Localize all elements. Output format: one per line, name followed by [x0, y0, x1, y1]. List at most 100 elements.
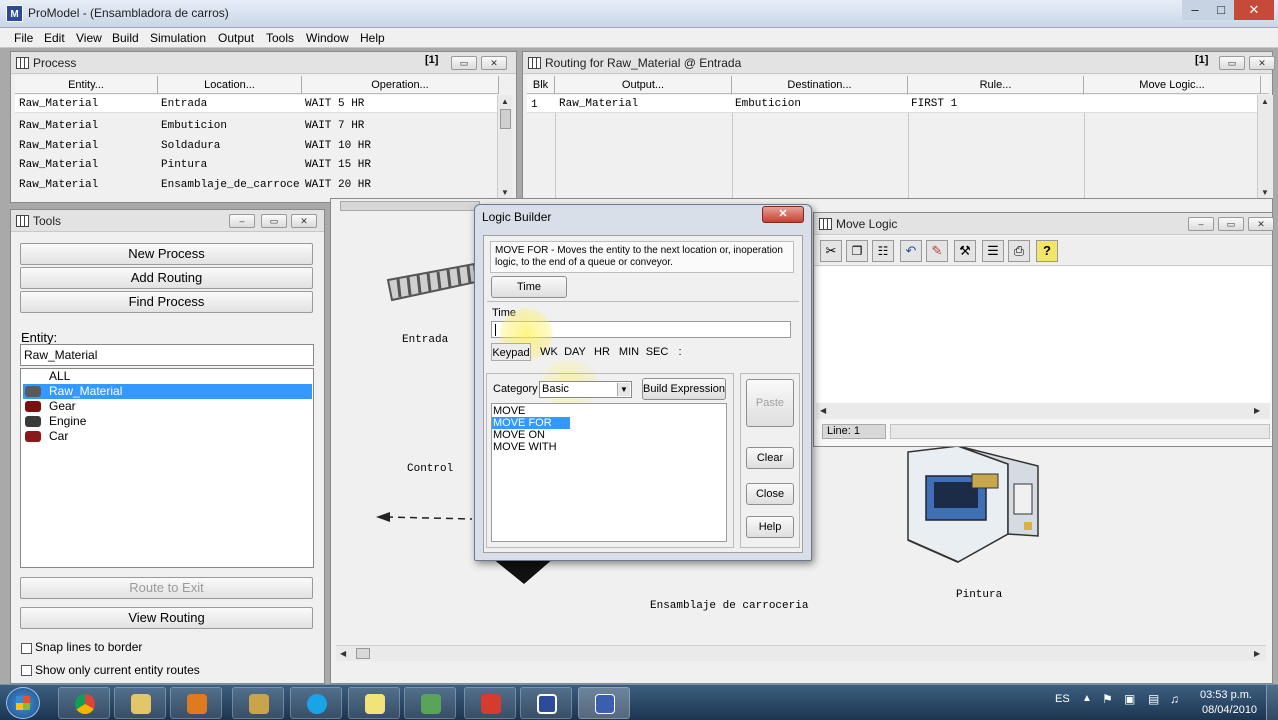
show-only-checkbox[interactable]: [21, 665, 32, 676]
scroll-right-icon[interactable]: ▶: [1254, 649, 1260, 658]
category-select[interactable]: Basic ▼: [539, 381, 632, 398]
taskbar-app-folder[interactable]: [232, 687, 284, 719]
scroll-up-icon[interactable]: ▲: [1261, 97, 1269, 106]
minimize-button[interactable]: –: [1188, 217, 1214, 231]
clear-button[interactable]: Clear: [746, 447, 794, 469]
table-row[interactable]: Entrada: [161, 98, 207, 110]
scroll-up-icon[interactable]: ▲: [501, 97, 509, 106]
build-expression-button[interactable]: Build Expression: [642, 378, 726, 400]
table-row[interactable]: Raw_Material: [19, 120, 98, 132]
list-item[interactable]: ALL: [23, 369, 312, 384]
routing-scrollbar[interactable]: ▲ ▼: [1257, 95, 1273, 201]
layout-hscroll[interactable]: ◀ ▶: [336, 645, 1266, 661]
scroll-right-icon[interactable]: ▶: [1254, 406, 1260, 415]
unit-colon-button[interactable]: :: [672, 343, 688, 361]
taskbar-app-notes[interactable]: [348, 687, 400, 719]
unit-min-button[interactable]: MIN: [616, 343, 642, 361]
undo-icon[interactable]: ↶: [900, 240, 922, 262]
taskbar-app-network[interactable]: [404, 687, 456, 719]
list-item[interactable]: MOVE: [493, 405, 525, 417]
new-process-button[interactable]: New Process: [20, 243, 313, 265]
taskbar-app-explorer[interactable]: [114, 687, 166, 719]
table-row[interactable]: Raw_Material: [559, 98, 638, 110]
taskbar-app-media[interactable]: [170, 687, 222, 719]
column-move-logic[interactable]: Move Logic...: [1084, 76, 1261, 94]
restore-button[interactable]: ▭: [451, 56, 477, 70]
paste-button[interactable]: Paste: [746, 379, 794, 427]
route-to-exit-button[interactable]: Route to Exit: [20, 577, 313, 599]
unit-sec-button[interactable]: SEC: [644, 343, 670, 361]
move-logic-editor[interactable]: [816, 267, 1270, 417]
column-operation[interactable]: Operation...: [302, 76, 499, 94]
menu-view[interactable]: View: [76, 31, 102, 45]
table-row[interactable]: 1: [531, 99, 538, 111]
cut-icon[interactable]: ✂: [820, 240, 842, 262]
table-row[interactable]: WAIT 15 HR: [305, 159, 371, 171]
entity-field[interactable]: Raw_Material: [20, 344, 314, 366]
menu-help[interactable]: Help: [360, 31, 385, 45]
tray-chevron-icon[interactable]: ▲: [1082, 693, 1092, 704]
help-icon[interactable]: ?: [1036, 240, 1058, 262]
menu-edit[interactable]: Edit: [44, 31, 65, 45]
unit-hr-button[interactable]: HR: [590, 343, 614, 361]
list-item[interactable]: Engine: [23, 414, 312, 429]
table-row[interactable]: FIRST 1: [911, 98, 957, 110]
table-row[interactable]: WAIT 7 HR: [305, 120, 364, 132]
menu-simulation[interactable]: Simulation: [150, 31, 206, 45]
menu-window[interactable]: Window: [306, 31, 349, 45]
close-button[interactable]: Close: [746, 483, 794, 505]
scroll-thumb[interactable]: [356, 648, 370, 659]
table-row[interactable]: Raw_Material: [19, 98, 98, 110]
table-row[interactable]: WAIT 5 HR: [305, 98, 364, 110]
taskbar-app-skype[interactable]: [290, 687, 342, 719]
maximize-button[interactable]: □: [1208, 0, 1234, 20]
show-desktop-button[interactable]: [1266, 685, 1278, 720]
scroll-down-icon[interactable]: ▼: [1261, 188, 1269, 197]
copy-icon[interactable]: ❐: [846, 240, 868, 262]
paste-icon[interactable]: ☷: [872, 240, 894, 262]
minimize-button[interactable]: –: [229, 214, 255, 228]
restore-button[interactable]: ▭: [1219, 56, 1245, 70]
table-row[interactable]: Soldadura: [161, 140, 220, 152]
column-entity[interactable]: Entity...: [15, 76, 158, 94]
hammer-icon[interactable]: ⚒: [954, 240, 976, 262]
minimize-button[interactable]: –: [1182, 0, 1208, 20]
keypad-button[interactable]: Keypad: [491, 343, 531, 361]
menu-tools[interactable]: Tools: [266, 31, 294, 45]
power-icon[interactable]: ▣: [1124, 692, 1135, 706]
close-button[interactable]: ✕: [1249, 56, 1275, 70]
close-button[interactable]: ✕: [1234, 0, 1274, 20]
list-item[interactable]: MOVE ON: [493, 429, 545, 441]
list-item-selected[interactable]: Raw_Material: [23, 384, 312, 399]
column-blk[interactable]: Blk: [527, 76, 555, 94]
start-button[interactable]: [6, 687, 40, 719]
column-rule[interactable]: Rule...: [908, 76, 1084, 94]
find-process-button[interactable]: Find Process: [20, 291, 313, 313]
highlight-icon[interactable]: ✎: [926, 240, 948, 262]
taskbar-app-chrome[interactable]: [58, 687, 110, 719]
table-row[interactable]: WAIT 20 HR: [305, 179, 371, 191]
list-item[interactable]: Car: [23, 429, 312, 444]
network-tray-icon[interactable]: ▤: [1148, 692, 1159, 706]
table-row[interactable]: Raw_Material: [19, 159, 98, 171]
list-item-selected[interactable]: MOVE FOR: [492, 417, 570, 429]
close-button[interactable]: ✕: [291, 214, 317, 228]
chevron-down-icon[interactable]: ▼: [617, 383, 630, 396]
scroll-thumb[interactable]: [500, 109, 511, 129]
add-routing-button[interactable]: Add Routing: [20, 267, 313, 289]
help-button[interactable]: Help: [746, 516, 794, 538]
process-scrollbar[interactable]: ▲ ▼: [497, 95, 513, 201]
taskbar-app-generic[interactable]: [520, 687, 572, 719]
unit-wk-button[interactable]: WK: [537, 343, 561, 361]
column-location[interactable]: Location...: [158, 76, 302, 94]
list-item[interactable]: MOVE WITH: [493, 441, 557, 453]
list-item[interactable]: Gear: [23, 399, 312, 414]
restore-button[interactable]: ▭: [1218, 217, 1244, 231]
scroll-left-icon[interactable]: ◀: [820, 406, 826, 415]
taskbar-app-promodel[interactable]: [578, 687, 630, 719]
menu-output[interactable]: Output: [218, 31, 254, 45]
view-routing-button[interactable]: View Routing: [20, 607, 313, 629]
table-row[interactable]: Pintura: [161, 159, 207, 171]
unit-day-button[interactable]: DAY: [562, 343, 588, 361]
restore-button[interactable]: ▭: [261, 214, 287, 228]
